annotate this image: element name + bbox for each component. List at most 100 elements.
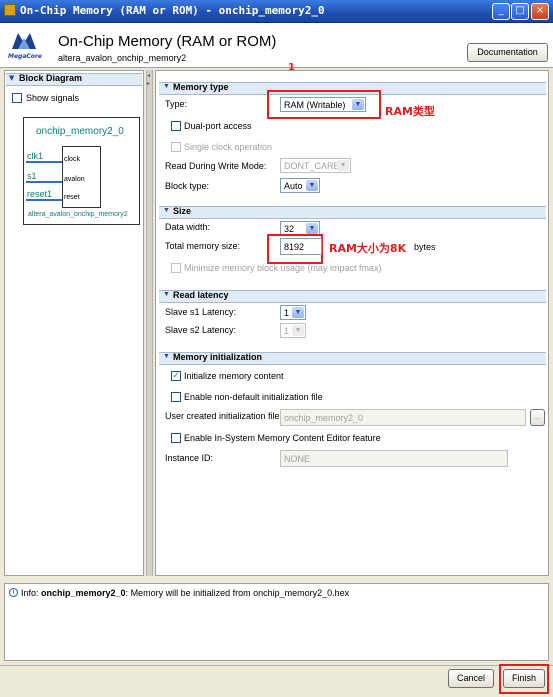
collapse-icon[interactable]: ▼ [163,207,170,214]
memory-type-select[interactable]: RAM (Writable) ▼ [280,97,366,112]
collapse-icon[interactable]: ▼ [9,74,14,82]
show-signals-checkbox[interactable] [12,93,22,103]
insystem-editor-checkbox[interactable] [171,433,181,443]
port-clock: clock [64,156,80,163]
megacore-logo-icon: MegaCore [8,29,42,60]
read-during-write-select: DONT_CARE ▼ [280,158,351,173]
block-component-name: altera_avalon_onchip_memory2 [28,211,128,218]
port-avalon: avalon [64,176,85,183]
port-s1: s1 [27,171,37,181]
annotation-number: 1 [288,62,295,73]
slave-s2-latency-label: Slave s2 Latency: [165,325,237,335]
window-title: On-Chip Memory (RAM or ROM) - onchip_mem… [20,4,325,17]
show-signals-label: Show signals [26,93,80,103]
block-type-select[interactable]: Auto ▼ [280,178,320,193]
message-pane: i Info: onchip_memory2_0: Memory will be… [4,583,549,661]
instance-id-value: NONE [284,454,311,464]
block-diagram: onchip_memory2_0 clk1 clock s1 avalon re… [23,117,140,225]
app-icon [4,4,16,16]
block-diagram-header: ▼ Block Diagram [6,73,142,86]
port-reset: reset [64,194,80,201]
splitter-arrow-icon[interactable]: ▸ [147,80,150,87]
minimize-block-label: Minimize memory block usage (may impact … [184,263,382,273]
info-component: onchip_memory2_0 [41,588,126,598]
nondefault-init-label: Enable non-default initialization file [184,392,323,402]
read-during-write-value: DONT_CARE [284,161,340,171]
chevron-down-icon[interactable]: ▼ [306,180,318,191]
total-memory-value: 8192 [284,242,305,252]
port-reset1-line [26,199,62,201]
data-width-label: Data width: [165,222,211,232]
port-reset1: reset1 [27,189,53,199]
dual-port-label: Dual-port access [184,121,252,131]
size-title: Size [173,206,192,216]
info-prefix: Info: [21,588,42,598]
chevron-down-icon: ▼ [292,325,304,336]
type-annotation: RAM类型 [385,105,435,118]
close-button[interactable]: × [531,3,549,20]
dual-port-checkbox[interactable] [171,121,181,131]
memory-init-section-header[interactable]: ▼ Memory initialization [159,352,546,365]
user-file-label: User created initialization file: [165,411,283,421]
megacore-logo-text: MegaCore [8,53,42,60]
single-clock-label: Single clock operation [184,142,273,152]
total-memory-unit: bytes [414,242,436,252]
chevron-down-icon[interactable]: ▼ [292,307,304,318]
read-latency-section-header[interactable]: ▼ Read latency [159,290,546,303]
minimize-block-checkbox [171,263,181,273]
collapse-icon[interactable]: ▼ [163,83,170,90]
type-label: Type: [165,99,188,109]
block-instance-name: onchip_memory2_0 [36,126,124,137]
footer-divider [0,665,553,666]
user-file-value: onchip_memory2_0 [284,413,364,423]
data-width-value: 32 [284,224,295,234]
memory-type-title: Memory type [173,82,229,92]
slave-s1-latency-select[interactable]: 1 ▼ [280,305,306,320]
insystem-editor-label: Enable In-System Memory Content Editor f… [184,433,381,443]
total-memory-label: Total memory size: [165,241,241,251]
total-memory-input[interactable]: 8192 [280,238,322,255]
chevron-down-icon[interactable]: ▼ [352,99,364,110]
maximize-button[interactable]: □ [511,3,529,20]
block-diagram-title: Block Diagram [19,73,83,83]
user-file-input: onchip_memory2_0 [280,409,526,426]
instance-id-label: Instance ID: [165,453,214,463]
port-clk1: clk1 [27,151,44,161]
slave-s2-latency-value: 1 [284,326,290,336]
chevron-down-icon: ▼ [337,160,349,171]
collapse-icon[interactable]: ▼ [163,353,170,360]
read-during-write-label: Read During Write Mode: [165,161,267,171]
parameters-panel: 1 ▼ Memory type Type: RAM (Writable) ▼ R… [155,62,549,576]
instance-id-input: NONE [280,450,508,467]
browse-button: ... [530,409,545,426]
splitter-arrow-icon[interactable]: ◂ [147,72,150,79]
read-latency-title: Read latency [173,290,229,300]
block-type-value: Auto [284,181,303,191]
slave-s1-latency-label: Slave s1 Latency: [165,307,237,317]
info-icon: i [9,588,18,597]
documentation-button[interactable]: Documentation [467,43,548,62]
initialize-memory-label: Initialize memory content [184,371,284,381]
slave-s2-latency-select: 1 ▼ [280,323,306,338]
cancel-button[interactable]: Cancel [448,669,494,688]
memory-init-title: Memory initialization [173,352,263,362]
splitter-handle[interactable]: ◂ ▸ [146,70,153,576]
header: MegaCore On-Chip Memory (RAM or ROM) alt… [0,23,553,68]
chevron-down-icon[interactable]: ▼ [306,223,318,234]
minimize-button[interactable]: _ [492,3,510,20]
port-s1-line [26,181,62,183]
block-diagram-panel: ▼ Block Diagram Show signals onchip_memo… [4,70,144,576]
single-clock-checkbox [171,142,181,152]
collapse-icon[interactable]: ▼ [163,291,170,298]
total-memory-annotation: RAM大小为8K [329,242,407,255]
title-bar: On-Chip Memory (RAM or ROM) - onchip_mem… [0,0,553,23]
initialize-memory-checkbox[interactable]: ✓ [171,371,181,381]
finish-button[interactable]: Finish [503,669,545,688]
info-message: Info: onchip_memory2_0: Memory will be i… [21,588,349,598]
component-name: altera_avalon_onchip_memory2 [58,53,187,63]
page-title: On-Chip Memory (RAM or ROM) [58,33,277,50]
block-type-label: Block type: [165,181,210,191]
memory-type-value: RAM (Writable) [284,100,346,110]
nondefault-init-checkbox[interactable] [171,392,181,402]
size-section-header[interactable]: ▼ Size [159,206,546,219]
